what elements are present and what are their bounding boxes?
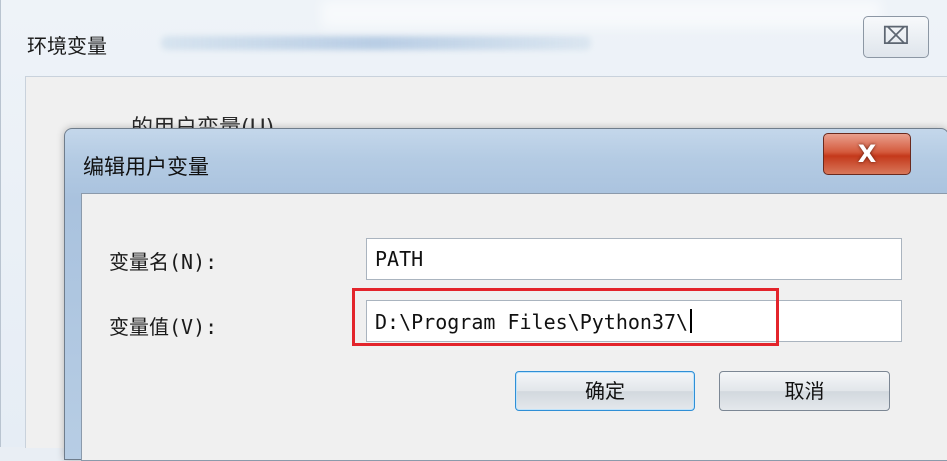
variable-name-input[interactable]: PATH bbox=[366, 238, 902, 280]
dialog-title: 编辑用户变量 bbox=[83, 155, 209, 179]
edit-user-variable-dialog: 编辑用户变量 X 变量名(N): PATH 变量值(V): D:\Program… bbox=[64, 128, 947, 461]
dialog-client-area: 变量名(N): PATH 变量值(V): D:\Program Files\Py… bbox=[81, 193, 947, 461]
close-button[interactable]: X bbox=[823, 133, 911, 175]
cancel-button[interactable]: 取消 bbox=[719, 371, 890, 411]
blurred-watermark bbox=[321, 0, 881, 28]
window-title: 环境变量 bbox=[27, 34, 107, 58]
red-highlight-box bbox=[352, 288, 779, 346]
variable-name-value: PATH bbox=[375, 247, 424, 271]
blurred-subtitle bbox=[161, 36, 591, 50]
variable-name-label: 变量名(N): bbox=[109, 250, 218, 274]
variable-value-label: 变量值(V): bbox=[109, 315, 218, 339]
ok-button[interactable]: 确定 bbox=[515, 371, 695, 411]
close-icon[interactable]: ⌧ bbox=[863, 16, 929, 58]
